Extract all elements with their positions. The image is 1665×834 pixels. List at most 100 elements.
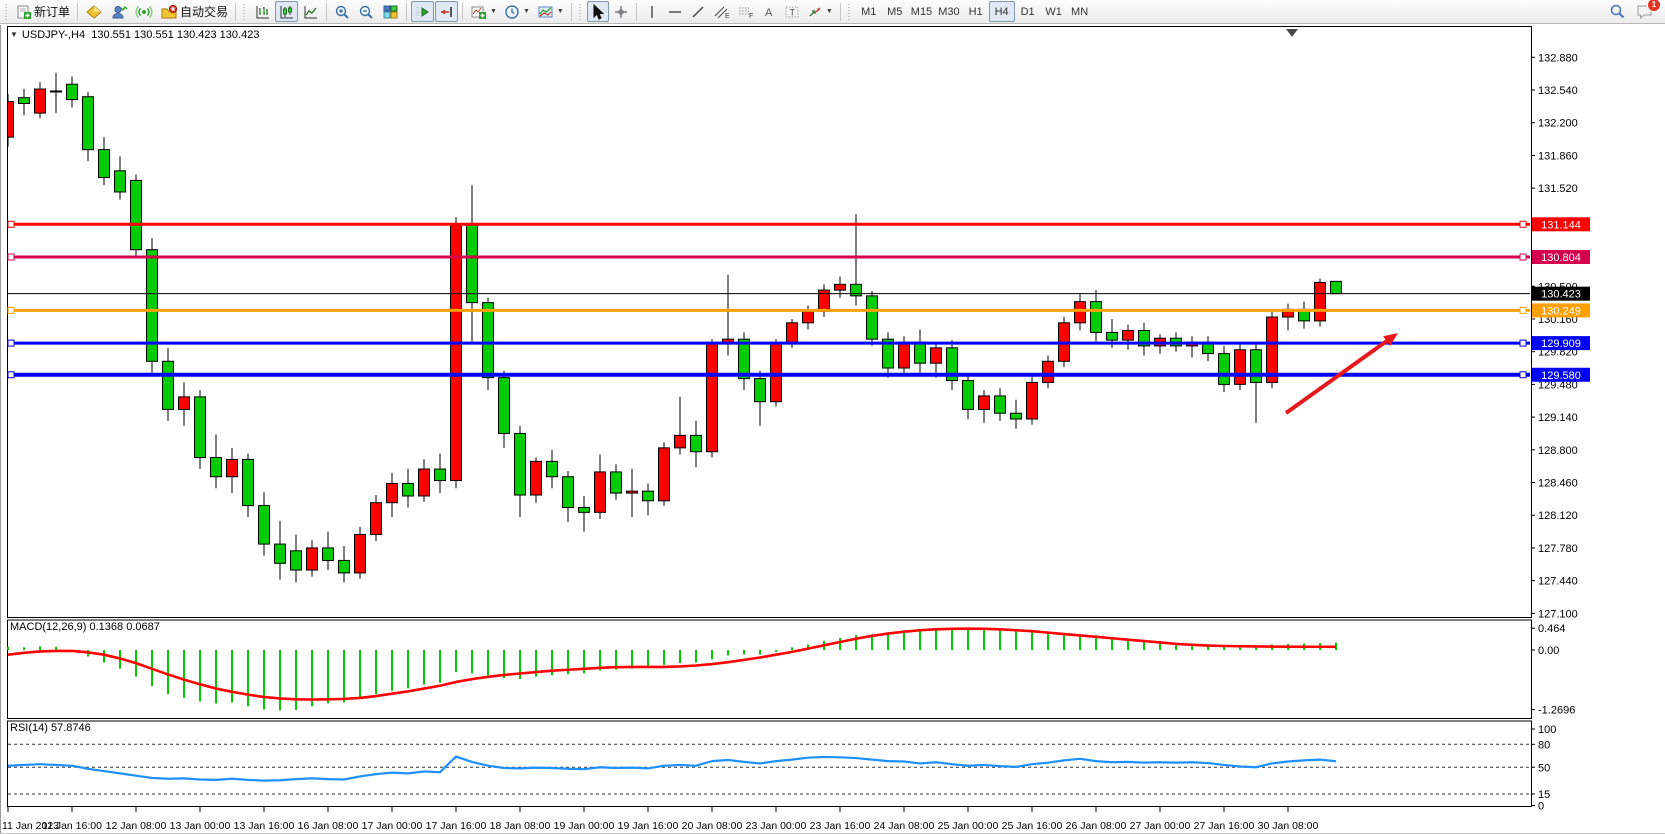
candle [1235,350,1246,385]
candle [1107,332,1118,340]
candle [355,534,366,572]
symbol-dropdown-icon[interactable]: ▼ [10,30,18,39]
time-tick-label: 30 Jan 08:00 [1258,820,1319,832]
rsi-tick-label: 15 [1538,789,1550,801]
price-tick-label: 127.780 [1538,543,1578,555]
time-tick-label: 27 Jan 16:00 [1194,820,1255,832]
line-handle[interactable] [1520,340,1526,346]
candle [163,361,174,409]
time-tick-label: 24 Jan 08:00 [874,820,935,832]
candle [483,303,494,378]
candle [995,396,1006,413]
price-tick-label: 128.800 [1538,445,1578,457]
candle [1027,382,1038,419]
time-tick-label: 18 Jan 08:00 [490,820,551,832]
time-tick-label: 26 Jan 08:00 [1066,820,1127,832]
price-tick-label: 131.860 [1538,150,1578,162]
time-tick-label: 13 Jan 00:00 [170,820,231,832]
time-tick-label: 11 Jan 16:00 [42,820,102,832]
candle [1091,302,1102,333]
time-tick-label: 13 Jan 16:00 [234,820,295,832]
line-handle[interactable] [8,372,14,378]
candle [835,284,846,290]
time-tick-label: 12 Jan 08:00 [106,820,167,832]
line-handle[interactable] [1520,254,1526,260]
candle [371,503,382,535]
macd-pane [8,620,1532,719]
candle [1043,361,1054,382]
candle [403,483,414,496]
candle [1315,282,1326,320]
candle [739,339,750,378]
time-tick-label: 25 Jan 00:00 [938,820,999,832]
candle [307,548,318,570]
candle [291,551,302,570]
candle [595,472,606,512]
candle [803,311,814,323]
price-tick-label: 132.540 [1538,85,1578,97]
time-tick-label: 17 Jan 00:00 [362,820,423,832]
candle [131,180,142,249]
line-handle[interactable] [1520,372,1526,378]
candle [579,508,590,513]
candle [1267,317,1278,382]
candle [979,396,990,409]
candle [771,343,782,402]
candle [435,469,446,481]
candle [691,435,702,451]
candle [467,224,478,303]
candle [531,461,542,495]
candle [643,491,654,501]
time-tick-label: 16 Jan 08:00 [298,820,359,832]
candle [675,435,686,448]
chart-canvas[interactable]: 132.880132.540132.200131.860131.520130.5… [0,0,1665,834]
candle [179,397,190,410]
candle [243,459,254,505]
candle [419,469,430,496]
candle [547,461,558,476]
time-axis[interactable]: 11 Jan 202311 Jan 16:0012 Jan 08:0013 Ja… [2,807,1319,832]
candle [387,483,398,502]
price-tick-label: 132.200 [1538,118,1578,130]
price-line-badge-label: 131.144 [1541,219,1581,231]
line-handle[interactable] [8,340,14,346]
candle [35,89,46,113]
candle [323,548,334,561]
rsi-label: RSI(14) [10,722,48,734]
price-tick-label: 127.440 [1538,576,1578,588]
macd-main-value: 0.1368 [89,621,123,633]
line-handle[interactable] [1520,221,1526,227]
candle [515,433,526,495]
time-tick-label: 23 Jan 00:00 [746,820,807,832]
rsi-value: 57.8746 [51,722,91,734]
candle [51,91,62,92]
candle [899,342,910,368]
candle [67,84,78,99]
price-tick-label: 131.520 [1538,183,1578,195]
price-tick-label: 129.140 [1538,412,1578,424]
candle [275,544,286,563]
line-handle[interactable] [8,254,14,260]
candle [115,171,126,192]
price-pane [8,27,1532,618]
line-handle[interactable] [1520,307,1526,313]
rsi-tick-label: 80 [1538,739,1550,751]
candle [931,348,942,363]
line-handle[interactable] [8,307,14,313]
price-line-badge-label: 130.249 [1541,305,1581,317]
price-tick-label: 128.120 [1538,510,1578,522]
candle [499,378,510,434]
candle [195,397,206,458]
time-tick-label: 20 Jan 08:00 [682,820,743,832]
symbol-period: USDJPY-,H4 [22,29,85,41]
candle [1331,281,1342,293]
time-tick-label: 25 Jan 16:00 [1002,820,1063,832]
line-handle[interactable] [8,221,14,227]
candle [259,506,270,544]
candle [339,560,350,573]
price-line-badge-label: 130.423 [1541,289,1581,301]
macd-tick-label: -1.2696 [1538,705,1575,717]
rsi-tick-label: 50 [1538,762,1550,774]
candle [227,459,238,476]
time-tick-label: 19 Jan 16:00 [618,820,679,832]
